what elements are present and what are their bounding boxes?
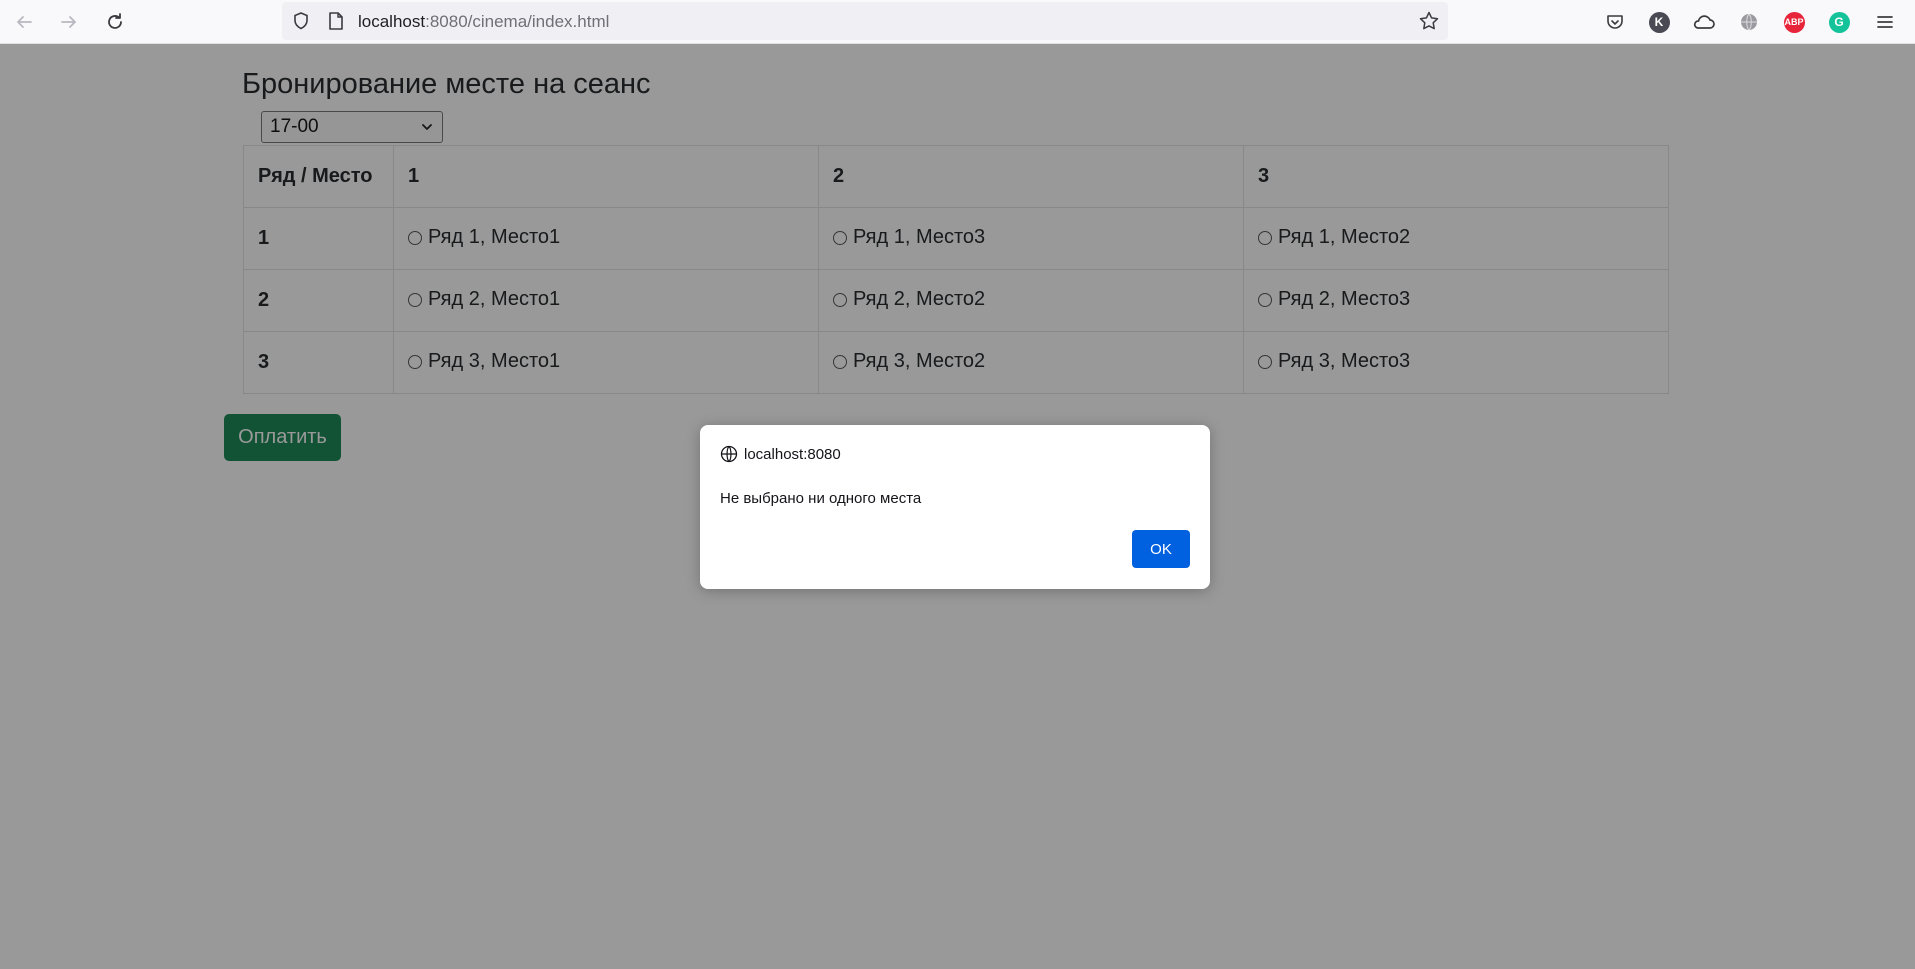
dialog-origin: localhost:8080	[720, 445, 841, 463]
url-path: :8080/cinema/index.html	[425, 12, 610, 31]
extension-k-label: K	[1648, 11, 1670, 33]
reload-button[interactable]	[99, 8, 131, 36]
arrow-right-icon	[61, 16, 76, 28]
url-host: localhost	[358, 12, 426, 31]
back-button[interactable]	[8, 8, 40, 36]
bookmark-star-icon[interactable]	[1418, 10, 1440, 37]
dialog-origin-text: localhost:8080	[744, 445, 841, 463]
grammarly-icon[interactable]: G	[1826, 9, 1852, 35]
globe-extension-icon[interactable]	[1736, 9, 1762, 35]
forward-button[interactable]	[53, 8, 85, 36]
menu-icon[interactable]	[1872, 9, 1898, 35]
url-text[interactable]: localhost:8080/cinema/index.html	[358, 12, 609, 32]
browser-toolbar: localhost:8080/cinema/index.html K ABP G	[0, 0, 1915, 44]
adblock-icon[interactable]: ABP	[1781, 9, 1807, 35]
cloud-icon[interactable]	[1691, 9, 1717, 35]
url-bar[interactable]: localhost:8080/cinema/index.html	[282, 2, 1448, 40]
globe-icon	[720, 445, 738, 463]
ok-button[interactable]: OK	[1132, 530, 1190, 568]
reload-icon	[108, 13, 122, 29]
pocket-icon[interactable]	[1602, 9, 1628, 35]
page-icon[interactable]	[327, 11, 345, 36]
adblock-label: ABP	[1783, 11, 1805, 33]
grammarly-label: G	[1828, 11, 1850, 33]
arrow-left-icon	[17, 16, 32, 28]
shield-icon[interactable]	[291, 11, 311, 36]
dialog-message: Не выбрано ни одного места	[720, 490, 922, 507]
extension-k-icon[interactable]: K	[1646, 9, 1672, 35]
alert-dialog: localhost:8080 Не выбрано ни одного мест…	[700, 425, 1210, 589]
